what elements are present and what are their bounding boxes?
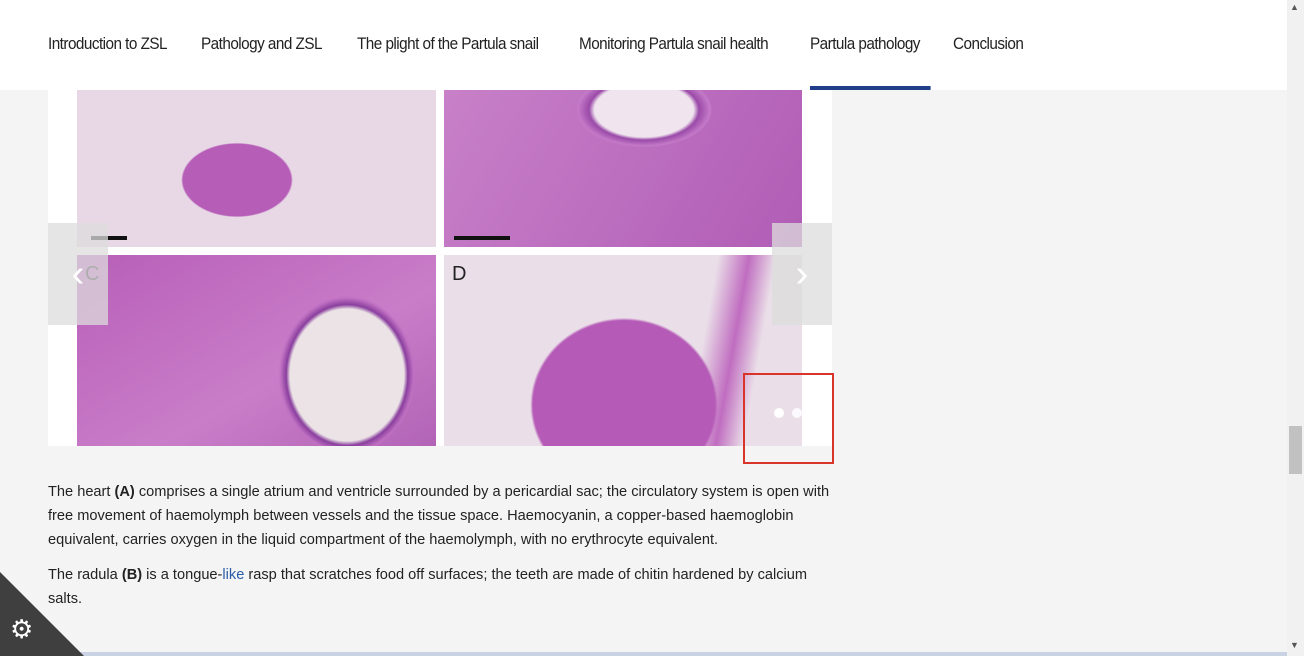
histology-panel-b xyxy=(444,90,802,247)
nav-introduction[interactable]: Introduction to ZSL xyxy=(48,34,168,90)
section-nav: Introduction to ZSL Pathology and ZSL Th… xyxy=(48,34,1032,90)
highlight-box xyxy=(743,373,834,464)
nav-pathology-zsl[interactable]: Pathology and ZSL xyxy=(201,34,323,90)
panel-label-d: D xyxy=(452,263,467,285)
glossary-link-like[interactable]: like xyxy=(222,567,244,583)
cookie-settings-gear-icon[interactable]: ⚙ xyxy=(10,614,33,645)
nav-monitoring[interactable]: Monitoring Partula snail health xyxy=(579,34,769,90)
histology-panel-a xyxy=(77,90,436,247)
nav-conclusion[interactable]: Conclusion xyxy=(953,34,1024,90)
chevron-left-icon: ‹ xyxy=(71,252,85,295)
scrollbar-thumb[interactable] xyxy=(1289,426,1302,474)
image-carousel: C D ‹ › xyxy=(48,90,832,446)
bottom-border xyxy=(0,652,1287,656)
chevron-right-icon: › xyxy=(795,252,809,295)
histology-panel-c: C xyxy=(77,255,436,446)
scroll-down-icon[interactable]: ▼ xyxy=(1290,640,1299,650)
carousel-prev-button[interactable]: ‹ xyxy=(48,223,108,325)
scale-bar xyxy=(454,236,510,240)
nav-plight[interactable]: The plight of the Partula snail xyxy=(357,34,539,90)
paragraph-radula: The radula (B) is a tongue-like rasp tha… xyxy=(48,567,808,607)
paragraph-heart: The heart (A) comprises a single atrium … xyxy=(48,484,830,548)
scrollbar[interactable] xyxy=(1287,0,1304,656)
header: Introduction to ZSL Pathology and ZSL Th… xyxy=(0,0,1287,90)
scroll-up-icon[interactable]: ▲ xyxy=(1290,2,1299,12)
article-text: The heart (A) comprises a single atrium … xyxy=(48,480,838,622)
carousel-next-button[interactable]: › xyxy=(772,223,832,325)
nav-partula-pathology[interactable]: Partula pathology xyxy=(810,34,932,90)
